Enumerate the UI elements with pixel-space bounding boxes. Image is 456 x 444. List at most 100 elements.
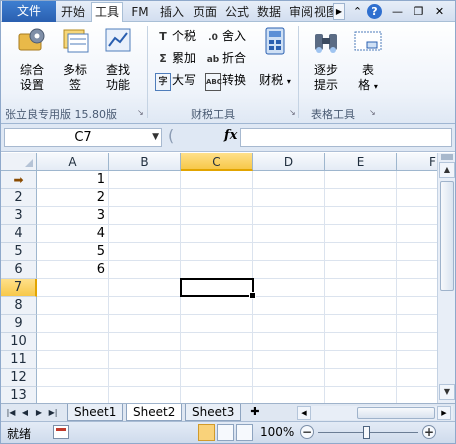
split-handle[interactable]	[441, 154, 453, 160]
cell-b8[interactable]	[109, 297, 181, 315]
cell-b4[interactable]	[109, 225, 181, 243]
uppercase-button[interactable]: 字大写	[155, 72, 196, 91]
cell-c2[interactable]	[181, 189, 253, 207]
tab-data[interactable]: 数据	[254, 3, 284, 22]
column-header-f[interactable]: F	[397, 153, 437, 171]
macro-record-icon[interactable]	[53, 425, 69, 439]
cell-a12[interactable]	[37, 369, 109, 387]
select-all-button[interactable]	[1, 153, 37, 171]
column-header-d[interactable]: D	[253, 153, 325, 171]
cell-b2[interactable]	[109, 189, 181, 207]
cell-e3[interactable]	[325, 207, 397, 225]
cell-c12[interactable]	[181, 369, 253, 387]
row-header-3[interactable]: 3	[1, 207, 37, 225]
cell-e6[interactable]	[325, 261, 397, 279]
cell-d4[interactable]	[253, 225, 325, 243]
cell-d2[interactable]	[253, 189, 325, 207]
cell-e9[interactable]	[325, 315, 397, 333]
horizontal-scroll-thumb[interactable]	[357, 407, 435, 419]
row-header-1[interactable]: ➡	[1, 171, 37, 189]
cell-c11[interactable]	[181, 351, 253, 369]
row-header-5[interactable]: 5	[1, 243, 37, 261]
multi-tab-button[interactable]: 多标 签	[52, 24, 98, 93]
cell-d12[interactable]	[253, 369, 325, 387]
cell-a4[interactable]: 4	[37, 225, 109, 243]
cell-c4[interactable]	[181, 225, 253, 243]
tab-insert[interactable]: 插入	[157, 3, 187, 22]
cell-f2[interactable]	[397, 189, 437, 207]
sheet-tab-sheet1[interactable]: Sheet1	[67, 404, 124, 421]
tax-button[interactable]: T 个税	[155, 28, 196, 45]
file-tab[interactable]: 文件	[2, 1, 56, 22]
cell-d8[interactable]	[253, 297, 325, 315]
cell-b1[interactable]	[109, 171, 181, 189]
cell-a2[interactable]: 2	[37, 189, 109, 207]
cell-a8[interactable]	[37, 297, 109, 315]
page-break-view-icon[interactable]	[236, 424, 253, 441]
cell-d11[interactable]	[253, 351, 325, 369]
cell-a9[interactable]	[37, 315, 109, 333]
cell-e10[interactable]	[325, 333, 397, 351]
scroll-right-icon[interactable]: ▶	[437, 406, 451, 420]
active-cell-outline[interactable]	[180, 278, 256, 299]
splitter-icon[interactable]: (	[168, 126, 174, 145]
help-icon[interactable]: ?	[367, 4, 382, 19]
tab-tools[interactable]: 工具	[91, 2, 123, 23]
cell-f5[interactable]	[397, 243, 437, 261]
cell-a13[interactable]	[37, 387, 109, 403]
group2-launcher-icon[interactable]: ↘	[289, 108, 296, 117]
cell-c10[interactable]	[181, 333, 253, 351]
tab-review[interactable]: 审阅	[286, 3, 316, 22]
cell-a10[interactable]	[37, 333, 109, 351]
row-header-9[interactable]: 9	[1, 315, 37, 333]
cell-b11[interactable]	[109, 351, 181, 369]
row-header-4[interactable]: 4	[1, 225, 37, 243]
column-header-a[interactable]: A	[37, 153, 109, 171]
cell-b10[interactable]	[109, 333, 181, 351]
cell-d6[interactable]	[253, 261, 325, 279]
column-header-b[interactable]: B	[109, 153, 181, 171]
column-header-c[interactable]: C	[181, 153, 253, 171]
cell-f10[interactable]	[397, 333, 437, 351]
cell-b9[interactable]	[109, 315, 181, 333]
cell-c9[interactable]	[181, 315, 253, 333]
normal-view-icon[interactable]	[198, 424, 215, 441]
cumulative-button[interactable]: Σ 累加	[155, 50, 196, 67]
scroll-left-icon[interactable]: ◀	[297, 406, 311, 420]
cell-f4[interactable]	[397, 225, 437, 243]
first-sheet-icon[interactable]: |◀	[5, 406, 17, 420]
window-minimize-icon[interactable]: —	[389, 3, 406, 20]
window-close-icon[interactable]: ✕	[431, 3, 448, 20]
cell-d7[interactable]	[253, 279, 325, 297]
row-header-2[interactable]: 2	[1, 189, 37, 207]
cell-c3[interactable]	[181, 207, 253, 225]
row-header-13[interactable]: 13	[1, 387, 37, 403]
row-header-6[interactable]: 6	[1, 261, 37, 279]
worksheet-grid[interactable]: A B C D E F ➡ 1 2 2 3 3 4 4 5 5 6 6 7 8 9 10 11 12 13	[1, 153, 437, 403]
cell-d5[interactable]	[253, 243, 325, 261]
convert-rate-button[interactable]: ab 折合	[205, 50, 246, 68]
row-header-7[interactable]: 7	[1, 279, 37, 297]
cell-b13[interactable]	[109, 387, 181, 403]
tab-page[interactable]: 页面	[190, 3, 220, 22]
cell-e2[interactable]	[325, 189, 397, 207]
scroll-up-icon[interactable]: ▲	[439, 162, 455, 178]
cell-f3[interactable]	[397, 207, 437, 225]
cell-a11[interactable]	[37, 351, 109, 369]
vertical-scroll-thumb[interactable]	[440, 181, 454, 291]
cell-e1[interactable]	[325, 171, 397, 189]
next-sheet-icon[interactable]: ▶	[33, 406, 45, 420]
cell-b7[interactable]	[109, 279, 181, 297]
find-button[interactable]: 查找 功能	[95, 24, 141, 93]
cell-c13[interactable]	[181, 387, 253, 403]
row-header-11[interactable]: 11	[1, 351, 37, 369]
cell-b6[interactable]	[109, 261, 181, 279]
cell-e13[interactable]	[325, 387, 397, 403]
round-button[interactable]: .0 舍入	[205, 28, 246, 46]
cell-d3[interactable]	[253, 207, 325, 225]
column-header-e[interactable]: E	[325, 153, 397, 171]
step-hint-button[interactable]: 逐步 提示	[303, 24, 349, 93]
group1-launcher-icon[interactable]: ↘	[137, 108, 144, 117]
table-button[interactable]: 表 格 ▾	[345, 24, 391, 94]
cell-f7[interactable]	[397, 279, 437, 297]
